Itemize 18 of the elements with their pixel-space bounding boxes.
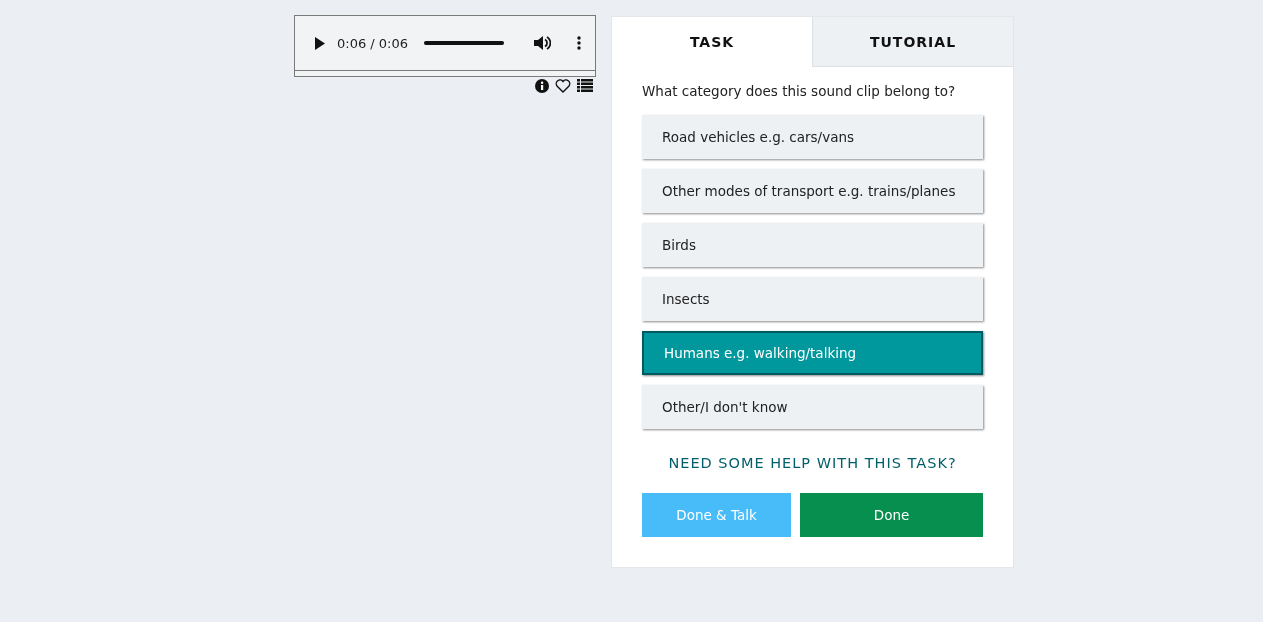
answer-option[interactable]: Birds xyxy=(642,223,983,267)
answer-option[interactable]: Other modes of transport e.g. trains/planes xyxy=(642,169,983,213)
play-icon[interactable] xyxy=(315,36,325,50)
info-icon[interactable] xyxy=(535,79,549,93)
heart-icon[interactable] xyxy=(555,79,571,93)
answer-option[interactable]: Road vehicles e.g. cars/vans xyxy=(642,115,983,159)
answer-option[interactable]: Other/I don't know xyxy=(642,385,983,429)
tab[interactable]: TUTORIAL xyxy=(812,17,1013,67)
done-button[interactable]: Done xyxy=(800,493,983,537)
question-text: What category does this sound clip belong to? xyxy=(642,83,957,99)
volume-icon[interactable] xyxy=(534,35,551,51)
more-icon[interactable] xyxy=(577,36,581,50)
progress-slider[interactable] xyxy=(424,41,504,45)
answer-option[interactable]: Insects xyxy=(642,277,983,321)
help-link[interactable]: NEED SOME HELP WITH THIS TASK? xyxy=(668,455,957,471)
time-display: 0:06 / 0:06 xyxy=(337,35,409,51)
answer-option[interactable]: Humans e.g. walking/talking xyxy=(642,331,983,375)
list-icon[interactable] xyxy=(577,79,593,92)
